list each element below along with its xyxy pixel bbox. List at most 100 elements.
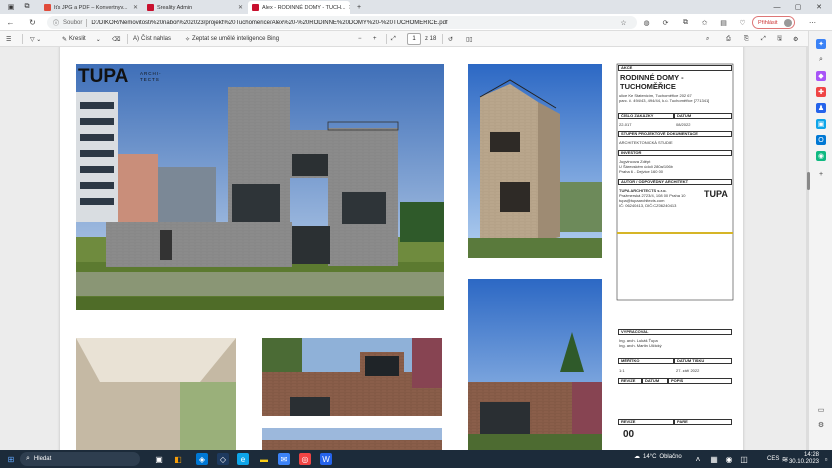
tray-app-icon[interactable]: ◫	[738, 453, 750, 465]
task-view-icon[interactable]: ▣	[153, 453, 165, 465]
contents-icon[interactable]: ☰	[6, 34, 11, 44]
sidebar-settings-gear-icon[interactable]: ⚙	[816, 420, 826, 430]
chrome-icon[interactable]: ◎	[299, 453, 311, 465]
favorites-icon[interactable]: ✩	[699, 17, 710, 28]
print-icon[interactable]: ⎙	[726, 34, 731, 44]
start-windows-icon[interactable]: ⊞	[5, 453, 17, 465]
pdf-viewer[interactable]: TUPA ARCHI- TECTS AKCE RODINNÉ DOMY - TU…	[0, 47, 808, 450]
tray-chevron-up-icon[interactable]: ˄	[692, 453, 704, 465]
tab-actions-icon[interactable]: ⧉	[18, 0, 36, 14]
revision-date-heading: DATUM	[642, 378, 668, 384]
games-icon[interactable]: ♟	[816, 103, 826, 113]
sreality-favicon-icon	[147, 4, 154, 11]
save-as-icon[interactable]: ⎘	[744, 34, 749, 44]
investor-line: Praha 6 - Dejvice 160 00	[619, 169, 664, 174]
date-value: 08/2022	[676, 122, 691, 127]
tray-app-icon[interactable]: ◉	[723, 453, 735, 465]
eraser-icon[interactable]: ⌫	[112, 34, 120, 44]
brick-house-photo-1	[262, 338, 442, 416]
favorite-star-icon[interactable]: ☆	[618, 17, 629, 28]
more-options-icon[interactable]: ⋯	[807, 17, 818, 28]
new-tab-icon[interactable]: +	[350, 0, 368, 14]
tray-app-icon[interactable]: ▦	[708, 453, 720, 465]
address-bar: ← ↻ ⓘ Soubor D:/DIKOR/Nemovitosti%20nabo…	[0, 14, 832, 31]
signin-button[interactable]: Přihlásit	[752, 16, 795, 29]
close-tab-icon[interactable]: ✕	[238, 4, 243, 11]
close-window-icon[interactable]: ✕	[810, 0, 828, 14]
drop-icon[interactable]: ◉	[816, 151, 826, 161]
language-indicator[interactable]: CES	[767, 456, 779, 462]
brick-house-photo-3	[468, 279, 602, 450]
shopping-icon[interactable]: ◆	[816, 71, 826, 81]
scrollbar-thumb[interactable]	[807, 172, 810, 190]
extension-icon[interactable]: ◍	[641, 17, 652, 28]
maximize-icon[interactable]: ▢	[789, 0, 807, 14]
tab-pdf-active[interactable]: Alex - RODINNÉ DOMY - TUCH... ✕	[248, 1, 350, 14]
date-heading: DATUM	[674, 113, 732, 119]
vertical-scrollbar[interactable]	[806, 47, 808, 450]
split-screen-icon[interactable]: ⧉	[680, 17, 691, 28]
sidebar-layout-icon[interactable]: ▭	[816, 405, 826, 415]
tab-sreality[interactable]: Sreality Admin ✕	[143, 1, 247, 14]
close-tab-icon[interactable]: ✕	[133, 4, 138, 11]
collections-icon[interactable]: ▤	[718, 17, 729, 28]
word-icon[interactable]: W	[320, 453, 332, 465]
pdf-toolbar: ☰ ▽ ⌄ ✎ Kreslit ⌄ ⌫ A) Číst nahlas ✧ Zep…	[0, 31, 808, 47]
ask-ai-button[interactable]: ✧ Zeptat se umělé inteligence Bing	[185, 34, 279, 44]
weather-widget[interactable]: ☁ 14°C Oblačno	[634, 453, 682, 461]
zoom-in-button[interactable]: +	[373, 34, 377, 44]
scale-value: 1:1	[619, 368, 625, 373]
add-app-icon[interactable]: +	[816, 169, 826, 179]
investor-heading: INVESTOR	[618, 150, 732, 156]
weather-text: Oblačno	[659, 453, 682, 460]
clock[interactable]: 14:28 30.10.2023	[787, 452, 819, 466]
info-icon[interactable]: ⓘ	[53, 18, 59, 27]
copilot-icon[interactable]: ✦	[816, 39, 826, 49]
prepared-line: Ing. arch. Martin Ulčický	[619, 343, 662, 348]
notifications-icon[interactable]: ▫	[820, 453, 832, 465]
highlight-icon[interactable]: ▽ ⌄	[30, 34, 41, 44]
browser-essentials-icon[interactable]: ♡	[737, 17, 748, 28]
edge-browser-icon[interactable]: e	[237, 453, 249, 465]
file-explorer-icon[interactable]: ▬	[258, 453, 270, 465]
back-icon[interactable]: ←	[5, 17, 16, 28]
divider	[86, 18, 88, 27]
corner-view-photo	[468, 64, 602, 258]
scale-heading: MĚŘÍTKO	[618, 358, 674, 364]
mail-icon[interactable]: ✉	[278, 453, 290, 465]
divider	[127, 34, 128, 44]
url-field[interactable]: ⓘ Soubor D:/DIKOR/Nemovitosti%20nabor%20…	[47, 16, 637, 29]
office-icon[interactable]: ▣	[816, 119, 826, 129]
fullscreen-icon[interactable]: ⤢	[761, 34, 766, 44]
store-icon[interactable]: ◈	[196, 453, 208, 465]
chevron-down-icon[interactable]: ⌄	[96, 36, 101, 43]
akce-heading: AKCE	[618, 65, 732, 71]
outlook-icon[interactable]: O	[816, 135, 826, 145]
page-view-icon[interactable]: ▯▯	[466, 34, 473, 44]
app-icon[interactable]: ◇	[217, 453, 229, 465]
draw-button[interactable]: ✎ Kreslit ⌄	[62, 34, 101, 44]
refresh-icon[interactable]: ↻	[27, 17, 38, 28]
page-number-input[interactable]: 1	[407, 33, 421, 45]
read-aloud-button[interactable]: A) Číst nahlas	[133, 34, 171, 44]
url-text[interactable]: D:/DIKOR/Nemovitosti%20nabor%202023/proj…	[91, 20, 447, 26]
minimize-icon[interactable]: —	[768, 0, 786, 14]
refresh-page-icon[interactable]: ⟳	[660, 17, 671, 28]
save-icon[interactable]: 🖫	[777, 34, 782, 44]
tools-icon[interactable]: ✚	[816, 87, 826, 97]
zoom-out-button[interactable]: −	[358, 34, 362, 44]
stage-heading: STUPEŇ PROJEKTOVÉ DOKUMENTACE	[618, 131, 732, 137]
pdf-tool-favicon-icon	[44, 4, 51, 11]
weather-temp: 14°C	[643, 453, 657, 460]
search-box[interactable]: ⌕ Hledat	[20, 452, 140, 466]
search-icon[interactable]: ⌕	[706, 34, 709, 44]
fit-page-icon[interactable]: ⤢	[391, 34, 396, 44]
rotate-icon[interactable]: ↺	[448, 34, 453, 44]
search-icon[interactable]: ⌕	[816, 55, 826, 65]
revision-note-heading: POPIS	[668, 378, 732, 384]
tab-jpg-pdf[interactable]: Iťs JPG a PDF – Konvertnyv... ✕	[40, 1, 142, 14]
settings-gear-icon[interactable]: ⚙	[793, 34, 798, 44]
stage-value: ARCHITEKTONICKÁ STUDIE	[619, 140, 673, 145]
revision-heading: REVIZE	[618, 419, 674, 425]
widgets-icon[interactable]: ◧	[172, 453, 184, 465]
